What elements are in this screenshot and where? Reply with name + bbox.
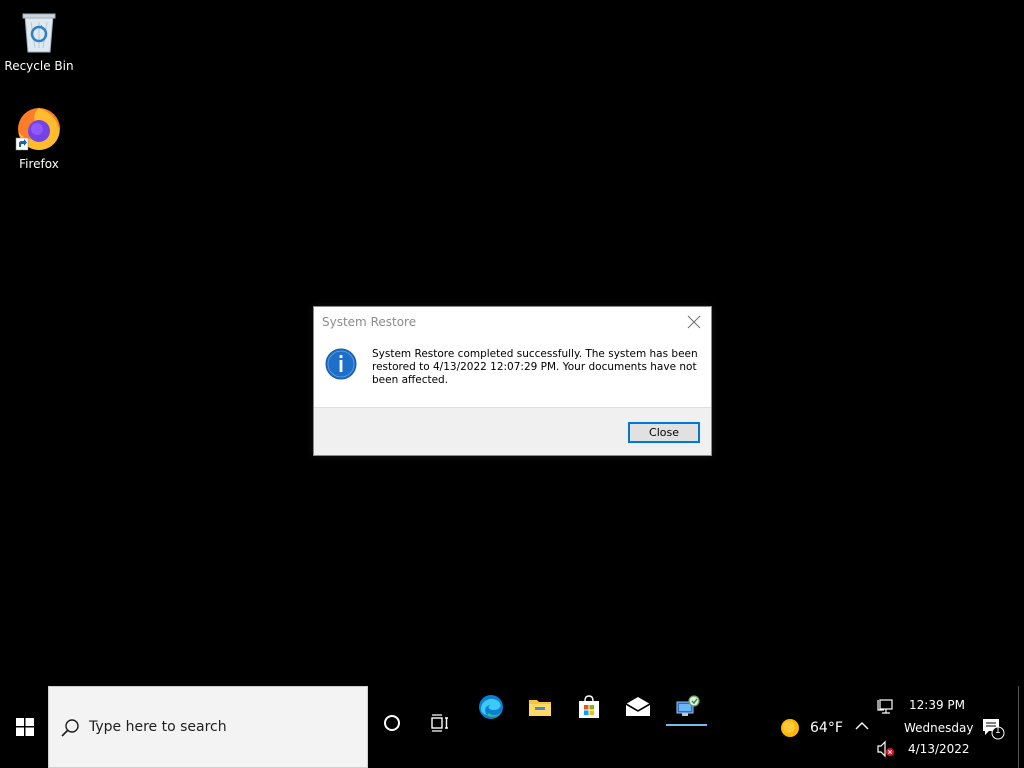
mail-icon: [625, 697, 651, 716]
show-desktop-button[interactable]: [1018, 686, 1019, 768]
firefox-icon: [15, 108, 60, 151]
show-hidden-icons-button[interactable]: [852, 716, 872, 736]
taskbar-file-explorer[interactable]: [515, 686, 563, 730]
weather-temperature[interactable]: 64°F: [810, 720, 843, 736]
info-icon: [325, 348, 357, 380]
file-explorer-icon: [529, 700, 551, 716]
cortana-button[interactable]: [368, 703, 416, 747]
desktop-icon-label: Recycle Bin: [4, 59, 74, 73]
clock-date: 4/13/2022: [908, 742, 970, 756]
taskbar-store[interactable]: [564, 686, 612, 730]
start-button[interactable]: [0, 686, 48, 768]
dialog-title: System Restore: [322, 315, 417, 329]
task-view-button[interactable]: [416, 703, 464, 747]
dialog-footer: Close: [314, 407, 711, 455]
active-app-indicator: [666, 724, 707, 726]
windows-logo-icon: [16, 718, 34, 736]
recycle-bin-icon: [22, 13, 56, 53]
desktop-icon-firefox[interactable]: Firefox: [1, 104, 77, 171]
weather-widget[interactable]: [780, 718, 802, 740]
close-icon: [687, 315, 701, 329]
search-box[interactable]: Type here to search: [48, 686, 368, 768]
search-icon: [61, 719, 79, 737]
volume-muted-icon: [877, 740, 894, 758]
dialog-message: System Restore completed successfully. T…: [372, 348, 698, 386]
clock[interactable]: 12:39 PM Wednesday 4/13/2022: [900, 686, 974, 768]
notification-center-button[interactable]: 1: [980, 716, 1006, 740]
task-view-icon: [431, 714, 448, 732]
notification-count: 1: [995, 726, 1001, 736]
edge-icon: [479, 695, 503, 719]
desktop: Recycle Bin Firefox System Restore Syste…: [0, 0, 1024, 686]
system-restore-dialog: System Restore System Restore completed …: [313, 306, 712, 456]
network-icon: [877, 699, 893, 714]
taskbar: Type here to search 64°F 12:39 PM Wednes…: [0, 686, 1024, 768]
taskbar-mail[interactable]: [613, 686, 661, 730]
desktop-icon-label: Firefox: [19, 157, 59, 171]
close-button[interactable]: Close: [628, 422, 700, 443]
sun-icon: [781, 719, 799, 737]
taskbar-edge[interactable]: [466, 686, 514, 730]
store-icon: [579, 695, 599, 718]
notification-icon: [983, 719, 1005, 740]
clock-day: Wednesday: [904, 721, 974, 735]
chevron-up-icon: [855, 722, 869, 730]
cortana-icon: [384, 715, 400, 731]
desktop-icon-recycle-bin[interactable]: Recycle Bin: [1, 8, 77, 73]
system-restore-icon: [676, 695, 700, 716]
search-placeholder: Type here to search: [89, 719, 227, 735]
clock-time: 12:39 PM: [909, 698, 965, 712]
dialog-close-button[interactable]: [683, 311, 705, 333]
volume-button[interactable]: [876, 740, 896, 758]
network-button[interactable]: [876, 698, 896, 716]
